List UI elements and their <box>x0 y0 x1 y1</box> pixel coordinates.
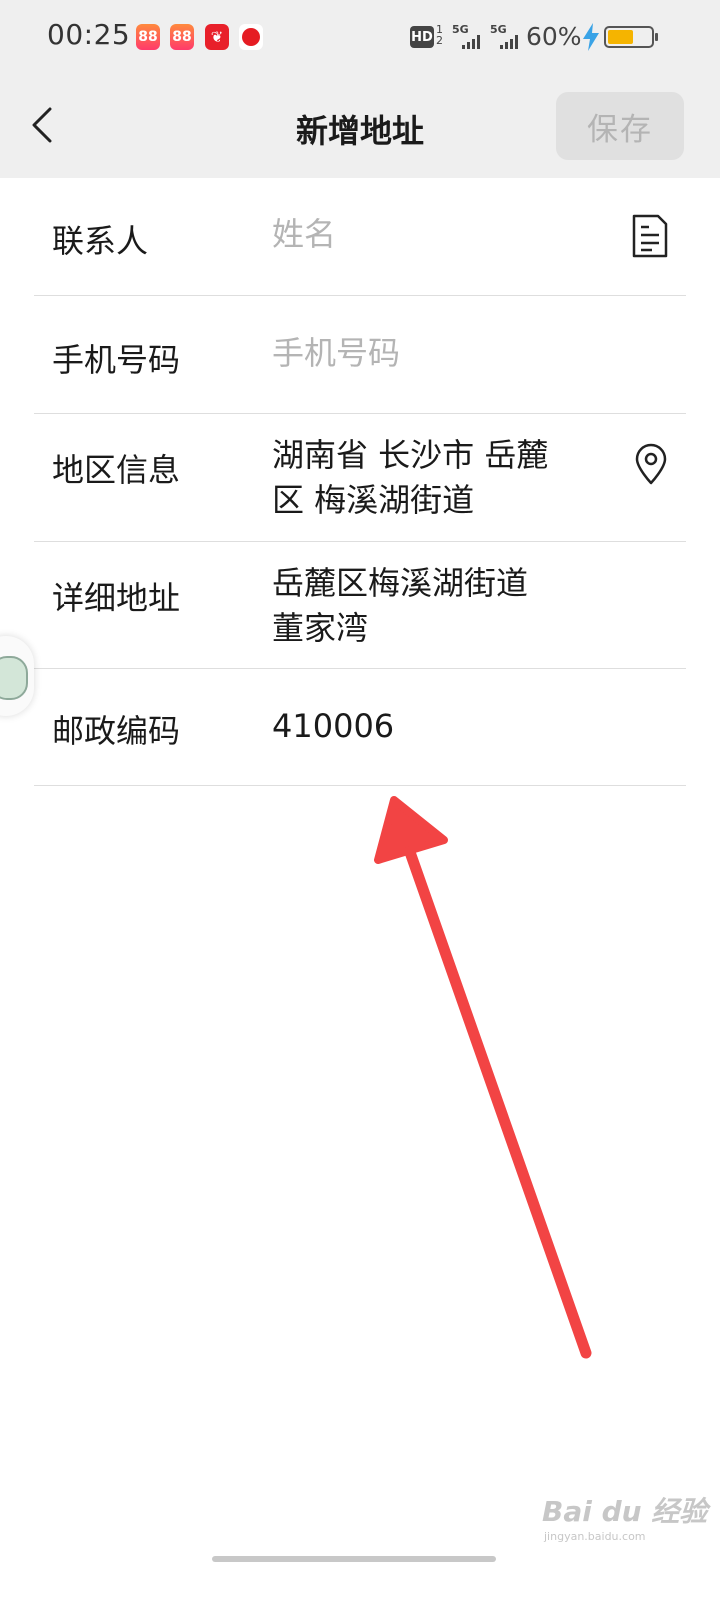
hd-sub-label: 1 2 <box>436 23 443 47</box>
save-button[interactable]: 保存 <box>556 92 684 160</box>
watermark-logo: Bai du 经验 <box>542 1495 708 1528</box>
postcode-label: 邮政编码 <box>52 712 181 750</box>
region-value[interactable]: 湖南省 长沙市 岳麓 区 梅溪湖街道 <box>272 433 548 523</box>
phone-label: 手机号码 <box>52 341 181 379</box>
nav-bar: 新增地址 保存 <box>0 78 720 178</box>
region-label: 地区信息 <box>52 451 181 489</box>
assistant-icon <box>0 656 28 700</box>
charging-bolt-icon <box>583 23 599 51</box>
region-value-line2: 区 梅溪湖街道 <box>272 481 475 519</box>
address-row[interactable]: 详细地址 岳麓区梅溪湖街道 董家湾 <box>34 541 686 669</box>
status-bar: 00:25 88 88 ❦ HD 1 2 5G 5G 60% <box>0 0 720 78</box>
watermark-url: jingyan.baidu.com <box>544 1530 646 1543</box>
battery-fill <box>608 30 634 44</box>
battery-percent: 60% <box>526 22 582 51</box>
address-input[interactable]: 岳麓区梅溪湖街道 董家湾 <box>272 561 528 651</box>
region-row[interactable]: 地区信息 湖南省 长沙市 岳麓 区 梅溪湖街道 <box>34 413 686 542</box>
address-label: 详细地址 <box>52 579 181 617</box>
hd-icon: HD <box>410 26 434 48</box>
contact-row[interactable]: 联系人 姓名 <box>34 178 686 296</box>
contact-label: 联系人 <box>52 222 149 260</box>
postcode-input[interactable]: 410006 <box>272 704 394 749</box>
address-value-line2: 董家湾 <box>272 609 369 647</box>
address-value-line1: 岳麓区梅溪湖街道 <box>272 564 529 602</box>
floating-assistant-button[interactable] <box>0 636 34 716</box>
status-indicators: HD 1 2 5G 5G 60% <box>0 20 720 56</box>
annotation-arrow-shaft <box>392 812 592 1359</box>
postcode-row[interactable]: 邮政编码 410006 <box>34 668 686 786</box>
location-pin-icon[interactable] <box>634 443 668 485</box>
home-indicator[interactable] <box>212 1556 496 1562</box>
annotation-arrow-head <box>374 796 448 864</box>
region-value-line1: 湖南省 长沙市 岳麓 <box>272 436 549 474</box>
battery-icon <box>604 26 658 48</box>
contact-card-icon[interactable] <box>632 214 668 258</box>
phone-input[interactable]: 手机号码 <box>272 331 400 376</box>
phone-row[interactable]: 手机号码 手机号码 <box>34 295 686 414</box>
contact-name-input[interactable]: 姓名 <box>272 212 336 257</box>
